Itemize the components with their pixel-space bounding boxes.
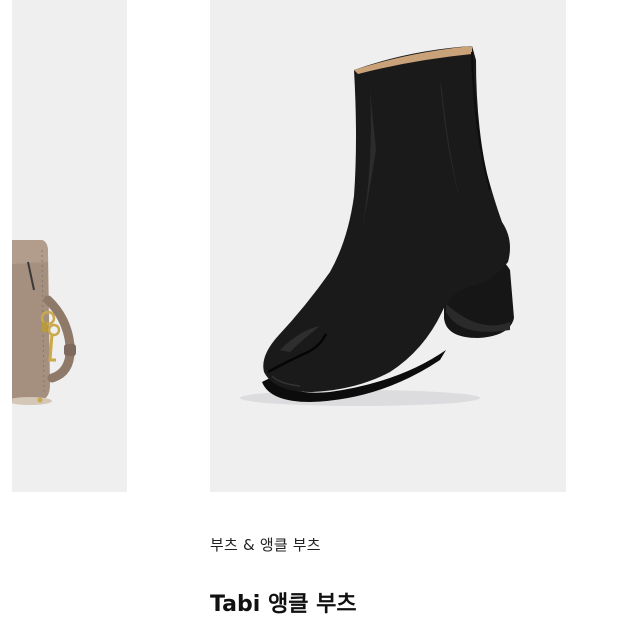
product-card-tabi-boot[interactable] bbox=[210, 0, 566, 492]
product-card-handbag[interactable] bbox=[12, 0, 127, 492]
product-title[interactable]: Tabi 앵클 부츠 bbox=[210, 586, 357, 618]
ankle-boot-image bbox=[240, 46, 514, 406]
product-category[interactable]: 부츠 & 앵클 부츠 bbox=[210, 534, 321, 555]
handbag-image bbox=[12, 240, 76, 405]
